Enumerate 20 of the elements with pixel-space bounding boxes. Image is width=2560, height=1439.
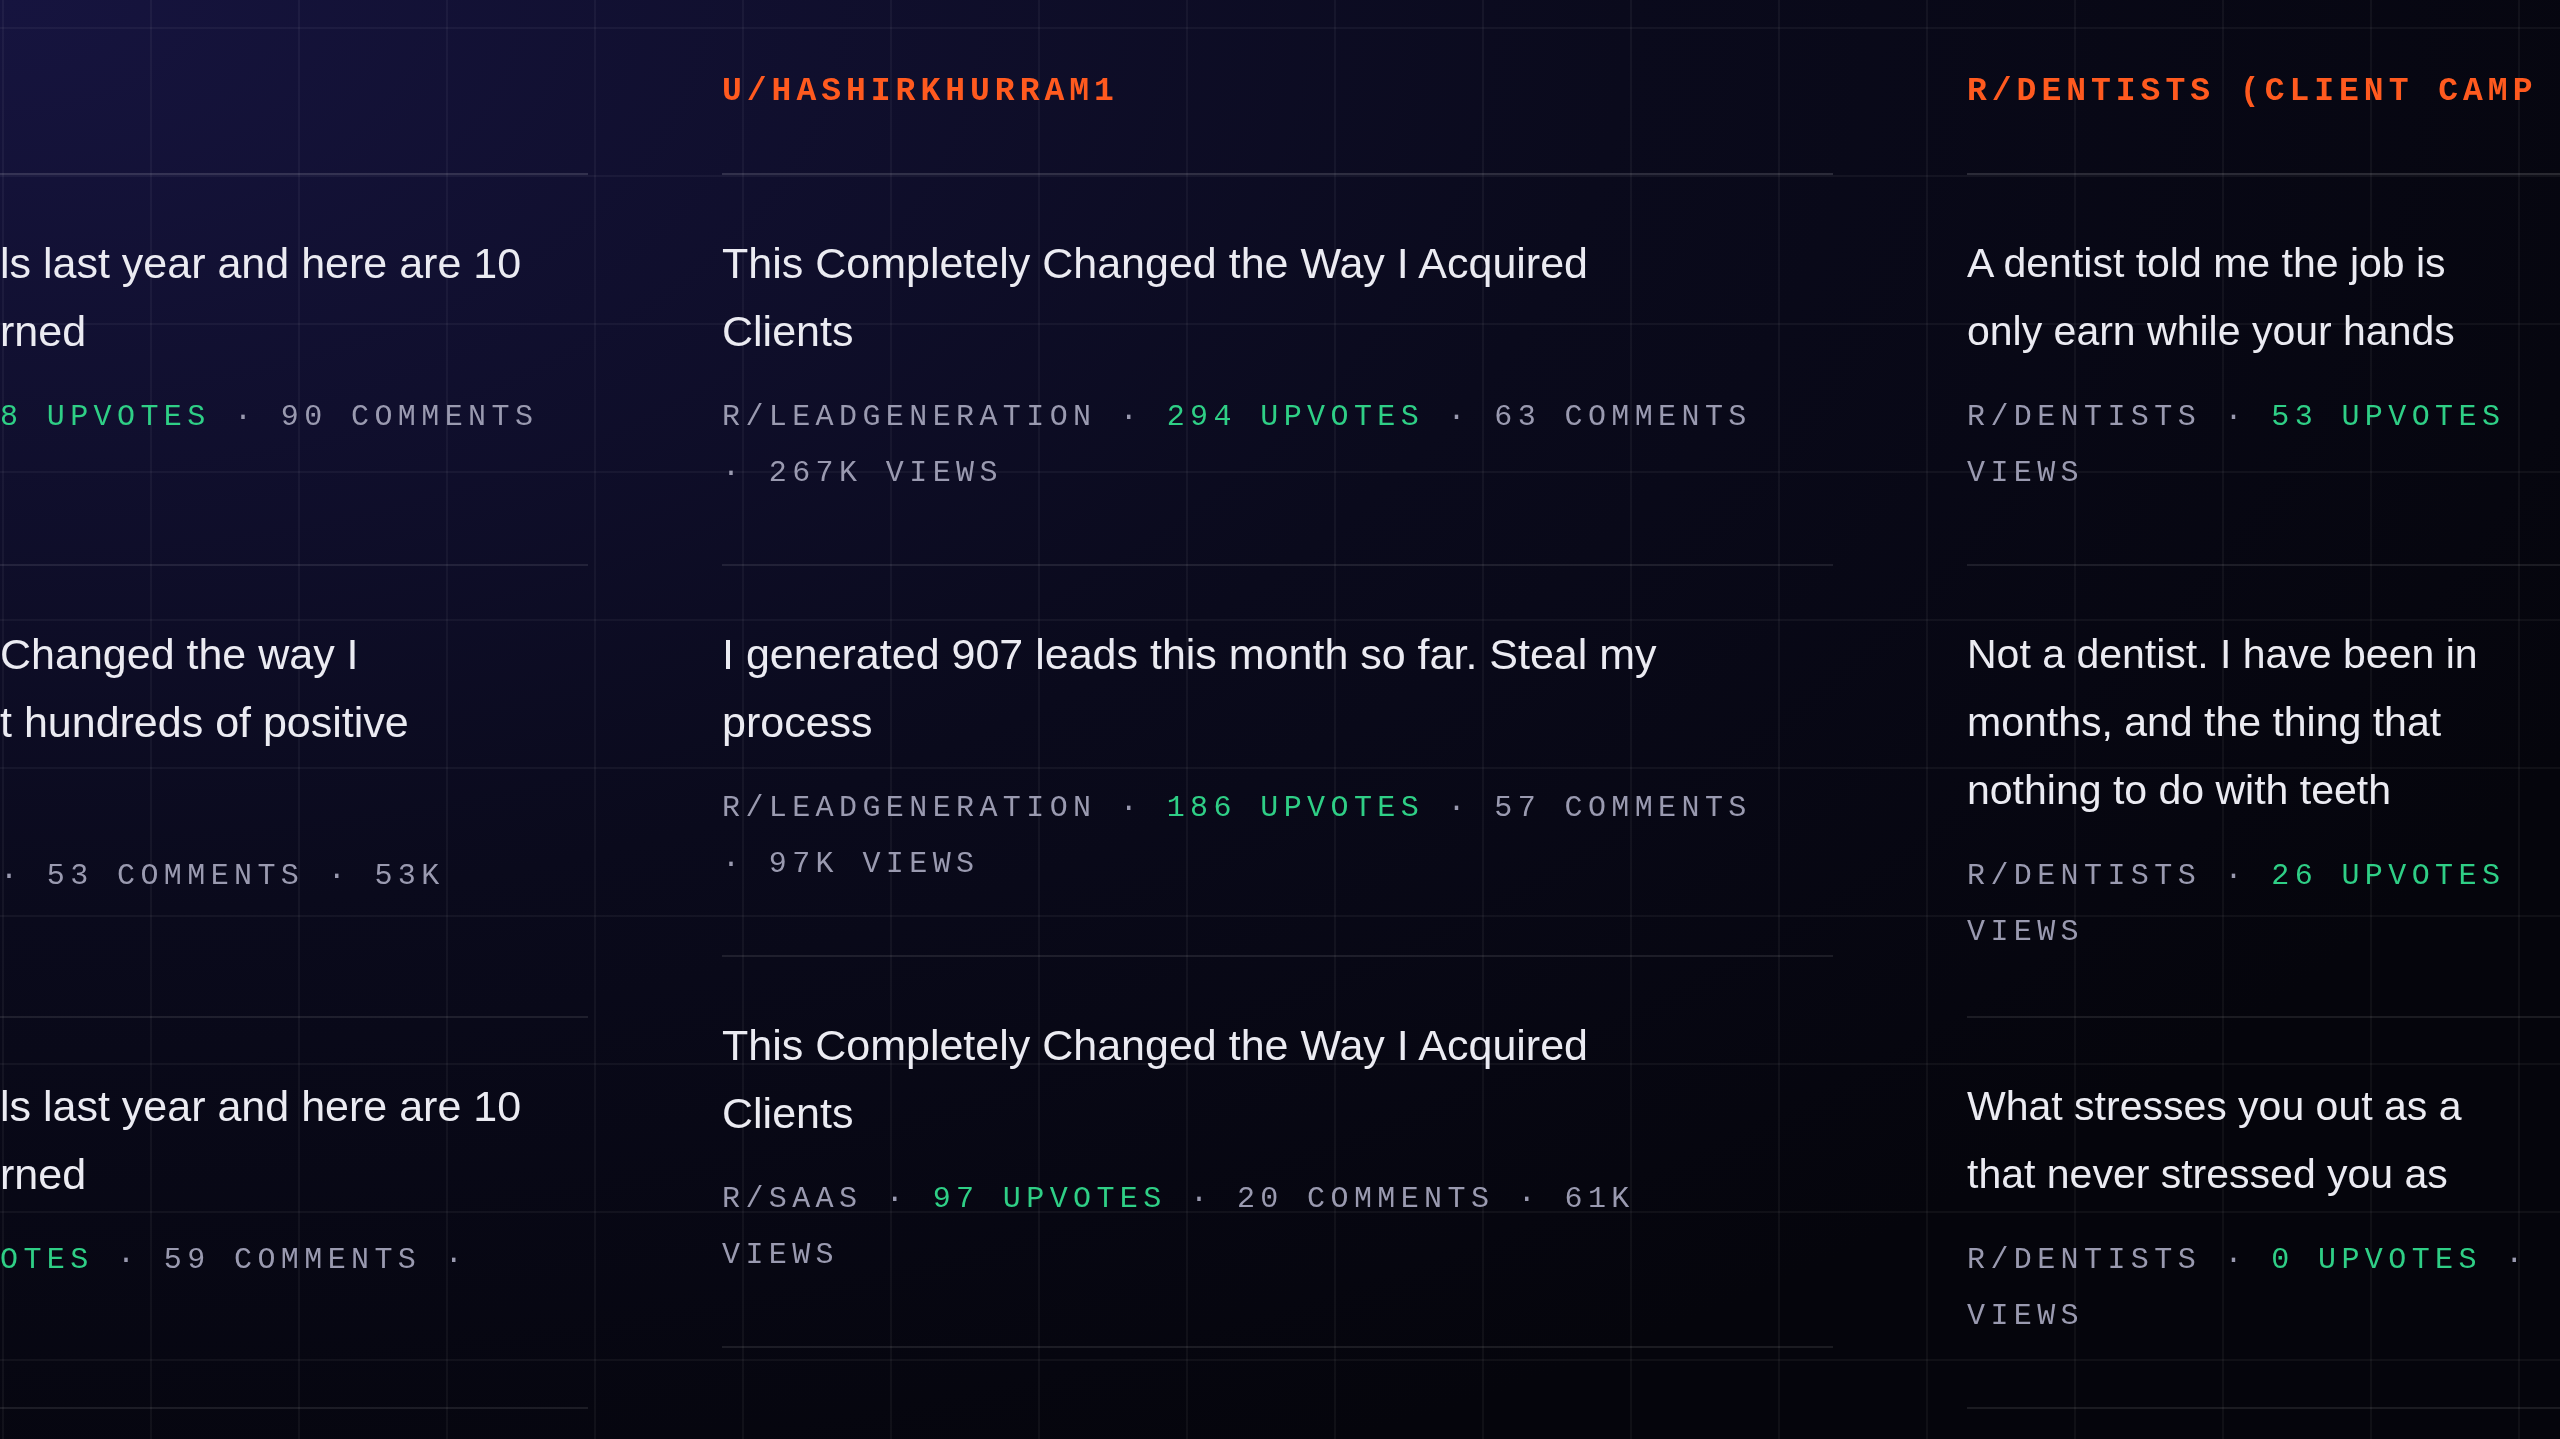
- post-stats: R/LEADGENERATION · 294 UPVOTES · 63 COMMENTS · 267K VIEWS: [722, 399, 1752, 492]
- post-title[interactable]: This Completely Changed the Way I Acquired Clients: [722, 229, 1588, 365]
- post-stats: R/SAAS · 97 UPVOTES · 20 COMMENTS · 61K VIEWS: [722, 1181, 1635, 1274]
- column-heading: U/HASHIRKHURRAM1: [722, 72, 1120, 112]
- post-stats: R/DENTISTS · 53 UPVOTES VIEWS: [1967, 399, 2506, 492]
- post-stats: R/DENTISTS · 26 UPVOTES VIEWS: [1967, 858, 2506, 951]
- post-stats: OTES · 59 COMMENTS ·: [0, 1242, 469, 1279]
- post-stats: R/LEADGENERATION · 186 UPVOTES · 57 COMMENTS · 97K VIEWS: [722, 790, 1752, 883]
- post-title[interactable]: ls last year and here are 10 rned: [0, 1072, 522, 1208]
- post-title[interactable]: What stresses you out as a that never stressed you as: [1967, 1072, 2462, 1208]
- post-stats: 8 UPVOTES · 90 COMMENTS: [0, 399, 539, 436]
- post-title[interactable]: I generated 907 leads this month so far. Steal my process: [722, 620, 1657, 756]
- post-title[interactable]: Not a dentist. I have been in months, and the thing that nothing to do with teeth: [1967, 620, 2478, 824]
- post-title[interactable]: A dentist told me the job is only earn while your hands: [1967, 229, 2455, 365]
- post-title[interactable]: This Completely Changed the Way I Acquired Clients: [722, 1011, 1588, 1147]
- post-title[interactable]: Changed the way I t hundreds of positive: [0, 620, 409, 756]
- post-title[interactable]: ls last year and here are 10 rned: [0, 229, 522, 365]
- post-stats: · 53 COMMENTS · 53K: [0, 858, 445, 895]
- column-heading: R/DENTISTS (CLIENT CAMP: [1967, 72, 2539, 112]
- post-stats: R/DENTISTS · 0 UPVOTES · VIEWS: [1967, 1242, 2529, 1335]
